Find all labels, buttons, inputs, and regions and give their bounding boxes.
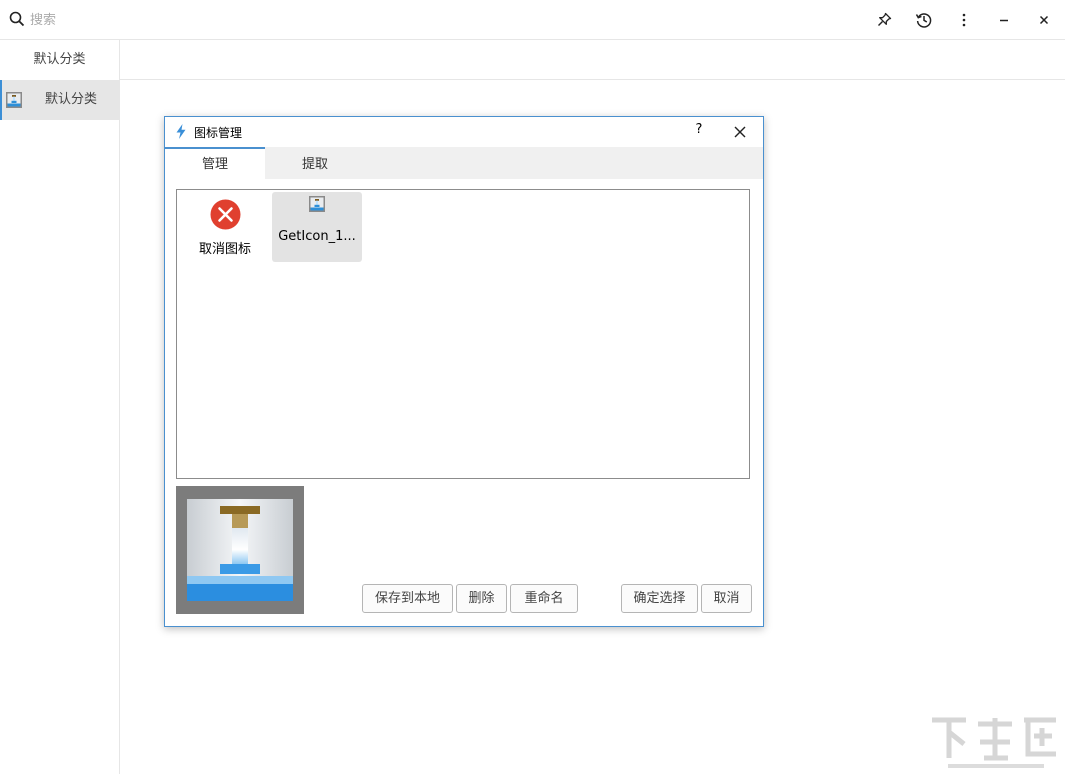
cancel-red-icon xyxy=(210,199,241,230)
sidebar-header: 默认分类 xyxy=(33,52,86,67)
history-button[interactable] xyxy=(913,9,935,31)
sidebar-item-default[interactable]: 默认分类 xyxy=(0,80,119,120)
minimize-icon xyxy=(1000,19,1008,22)
dialog-close-icon[interactable] xyxy=(731,123,749,141)
dialog-tabs: 管理 提取 xyxy=(165,147,763,180)
app-icon xyxy=(6,92,22,108)
tab-extract[interactable]: 提取 xyxy=(265,147,365,179)
icon-preview xyxy=(176,486,304,614)
pin-icon xyxy=(878,12,892,26)
watermark-logo xyxy=(932,717,1056,768)
main-header-divider xyxy=(120,79,1065,80)
delete-button[interactable]: 删除 xyxy=(456,584,507,613)
cancel-button[interactable]: 取消 xyxy=(701,584,752,613)
close-icon xyxy=(1039,15,1049,25)
lightning-icon xyxy=(176,124,186,139)
history-icon xyxy=(915,13,932,28)
search-icon xyxy=(9,11,25,27)
window-close-button[interactable] xyxy=(1033,9,1055,31)
more-vertical-icon xyxy=(962,13,966,27)
sidebar: 默认分类 默认分类 xyxy=(0,40,120,774)
search-input[interactable] xyxy=(30,10,330,30)
rename-button[interactable]: 重命名 xyxy=(510,584,578,613)
pin-button[interactable] xyxy=(873,9,895,31)
help-button[interactable]: ? xyxy=(691,122,707,142)
icon-manager-dialog: 图标管理 ? 管理 提取 取消图标 GetIcon_1... 保存到本地 删除 … xyxy=(164,116,764,627)
icon-list[interactable]: 取消图标 GetIcon_1... xyxy=(176,189,750,479)
tab-manage[interactable]: 管理 xyxy=(165,147,265,179)
icon-tile-cancel[interactable]: 取消图标 xyxy=(180,192,270,262)
save-local-button[interactable]: 保存到本地 xyxy=(362,584,453,613)
dialog-titlebar[interactable]: 图标管理 ? xyxy=(165,117,763,147)
top-bar xyxy=(0,0,1065,40)
app-icon xyxy=(309,196,325,212)
icon-tile-geticon[interactable]: GetIcon_1... xyxy=(272,192,362,262)
minimize-button[interactable] xyxy=(993,9,1015,31)
icon-tile-label: 取消图标 xyxy=(198,242,251,257)
dialog-title: 图标管理 xyxy=(194,126,243,140)
manage-panel: 取消图标 GetIcon_1... 保存到本地 删除 重命名 确定选择 取消 xyxy=(165,179,763,626)
sidebar-item-label: 默认分类 xyxy=(45,92,98,107)
confirm-selection-button[interactable]: 确定选择 xyxy=(621,584,698,613)
more-button[interactable] xyxy=(953,9,975,31)
icon-tile-label: GetIcon_1... xyxy=(278,229,356,244)
